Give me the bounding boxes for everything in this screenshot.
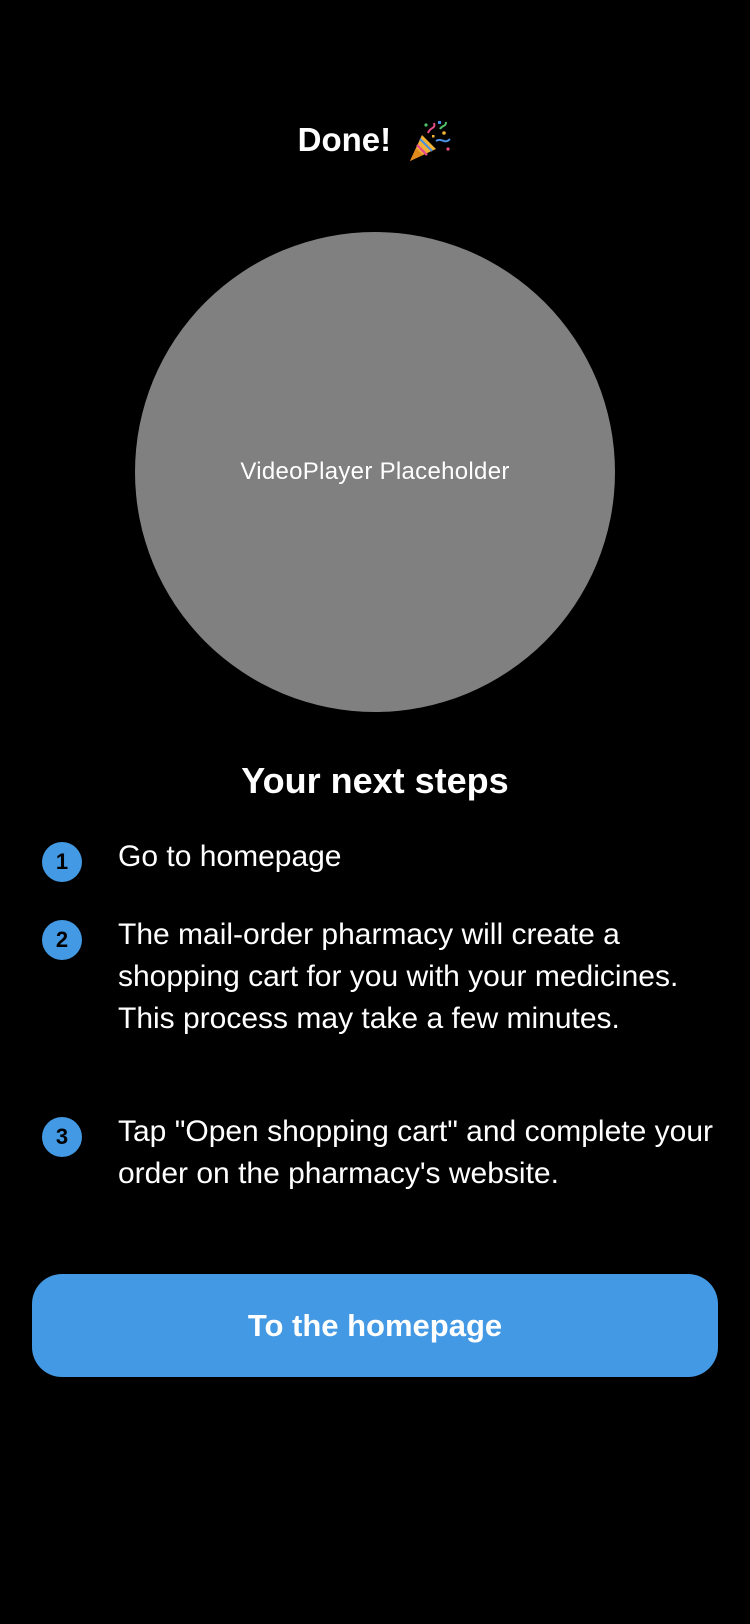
to-homepage-button[interactable]: To the homepage [32,1274,718,1377]
step-number-badge: 3 [42,1117,82,1157]
page-title: Done! [0,115,750,165]
video-player-placeholder[interactable]: VideoPlayer Placeholder [135,232,615,712]
step-text: Go to homepage [118,840,342,873]
step-text: The mail-order pharmacy will create a sh… [118,918,679,1035]
page-title-text: Done! [297,121,392,158]
video-placeholder-label: VideoPlayer Placeholder [240,458,510,485]
step-text: Tap "Open shopping cart" and complete yo… [118,1115,713,1190]
step-number-badge: 2 [42,920,82,960]
party-popper-icon [410,121,452,162]
next-steps-heading: Your next steps [241,760,509,801]
step-number-badge: 1 [42,842,82,882]
